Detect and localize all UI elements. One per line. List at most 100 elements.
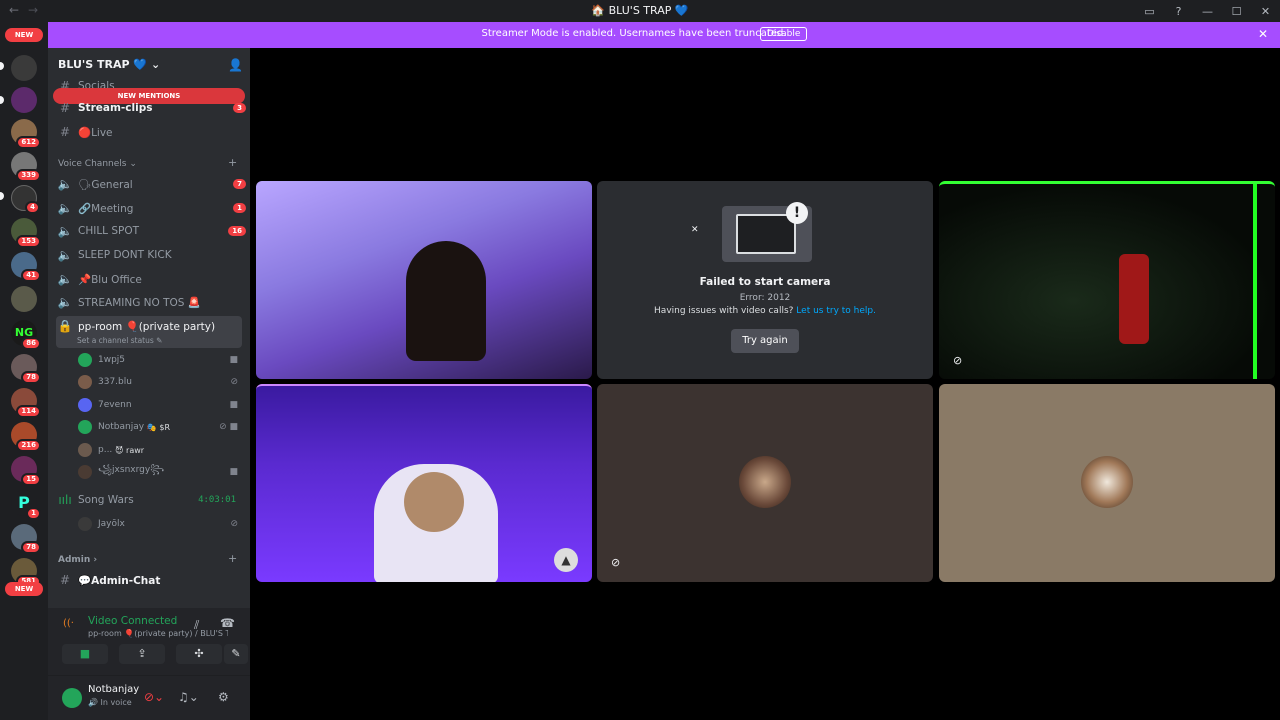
server-icon[interactable]: 339 xyxy=(11,152,41,182)
server-icon[interactable]: 216 xyxy=(11,422,41,452)
server-icon[interactable]: 4 xyxy=(11,185,40,214)
disable-button[interactable]: Disable xyxy=(760,27,808,41)
video-feed xyxy=(406,241,486,361)
mention-badge: 4 xyxy=(25,201,40,214)
mute-mic-icon[interactable]: ⊘⌄ xyxy=(144,690,164,704)
unread-pill xyxy=(0,62,4,70)
voice-channel-song-wars[interactable]: ıılı Song Wars 4:03:01 xyxy=(56,490,246,510)
noise-suppression-icon[interactable]: ⫽ xyxy=(194,618,199,633)
mention-count: 3 xyxy=(233,103,246,113)
close-icon[interactable]: ✕ xyxy=(1258,27,1268,41)
video-icon: ■ xyxy=(229,467,238,477)
add-member-icon[interactable]: 👤 xyxy=(228,58,243,72)
voice-channel-general[interactable]: 🔈 🗣General 7 xyxy=(56,174,246,194)
participant-row[interactable]: 7evenn ■ xyxy=(78,395,244,415)
mention-badge: 1 xyxy=(26,507,41,520)
server-icon[interactable] xyxy=(11,286,37,312)
channel-admin-chat[interactable]: # 💬Admin-Chat xyxy=(56,570,246,590)
voice-channel-pp-room[interactable]: 🔒 pp-room 🎈(private party) xyxy=(56,316,246,336)
channel-stream-clips[interactable]: # Stream-clips 3 xyxy=(56,98,246,118)
signal-icon[interactable]: ((· xyxy=(63,618,74,629)
muted-mic-icon: ⊘ xyxy=(953,354,963,367)
help-link[interactable]: Let us try to help. xyxy=(796,306,876,316)
server-icon[interactable]: 78 xyxy=(11,524,41,554)
mention-count: 7 xyxy=(233,179,246,189)
server-icon[interactable]: 153 xyxy=(11,218,41,248)
server-icon[interactable]: NG 86 xyxy=(11,320,41,350)
soundboard-button[interactable]: ✎ xyxy=(224,644,248,664)
server-icon[interactable]: 41 xyxy=(11,252,41,282)
server-icon[interactable]: P1 xyxy=(11,490,41,520)
mention-badge: 86 xyxy=(21,337,41,350)
category-voice-channels[interactable]: Voice Channels ⌄ xyxy=(58,159,137,169)
streamer-mode-banner: Streamer Mode is enabled. Usernames have… xyxy=(48,22,1280,48)
server-icon[interactable] xyxy=(11,87,37,113)
voice-connection-panel: ((· Video Connected pp-room 🎈(private pa… xyxy=(48,608,250,676)
voice-channel-streaming[interactable]: 🔈 STREAMING NO TOS 🚨 xyxy=(56,292,246,312)
participant-row[interactable]: p... 😈 rawr xyxy=(78,440,244,460)
close-window-icon[interactable]: ✕ xyxy=(1251,5,1280,18)
video-tile-avatar[interactable]: ⊘ xyxy=(597,384,933,582)
new-badge[interactable]: NEW xyxy=(5,582,43,596)
inbox-icon[interactable]: ▭ xyxy=(1135,5,1164,18)
participant-row[interactable]: Notbanjay 🎭 $R ⊘ ■ xyxy=(78,417,244,437)
video-icon: ■ xyxy=(229,400,238,410)
voice-location[interactable]: pp-room 🎈(private party) / BLU'S TRAP 💙 xyxy=(88,629,228,638)
disconnect-icon[interactable]: ☎ xyxy=(220,616,235,630)
mention-count: 16 xyxy=(228,226,246,236)
mention-badge: 78 xyxy=(21,541,41,554)
minimize-icon[interactable]: — xyxy=(1193,5,1222,18)
server-icon[interactable]: 15 xyxy=(11,456,41,486)
led-strip xyxy=(1253,184,1257,379)
camera-button[interactable]: ■ xyxy=(62,644,108,664)
guild-name[interactable]: BLU'S TRAP 💙 ⌄ xyxy=(58,58,160,71)
server-icon[interactable]: 581 xyxy=(11,558,41,588)
activity-icon: ıılı xyxy=(58,493,72,507)
speaker-icon: 🔈 xyxy=(57,201,73,215)
headphones-icon[interactable]: ♫⌄ xyxy=(178,690,199,704)
activities-button[interactable]: ✣ xyxy=(176,644,222,664)
avatar xyxy=(78,517,92,531)
voice-channel-sleep[interactable]: 🔈 SLEEP DONT KICK xyxy=(56,245,246,265)
add-channel-icon[interactable]: + xyxy=(228,156,237,169)
video-tile[interactable]: ▲ xyxy=(256,384,592,582)
speaker-icon: 🔈 xyxy=(57,272,73,286)
avatar[interactable] xyxy=(62,688,82,708)
error-title: Failed to start camera xyxy=(699,276,831,288)
voice-status[interactable]: Video Connected xyxy=(88,615,177,627)
add-channel-icon[interactable]: + xyxy=(228,552,237,565)
settings-gear-icon[interactable]: ⚙ xyxy=(218,690,229,704)
video-feed xyxy=(1119,254,1149,344)
category-admin[interactable]: Admin › xyxy=(58,555,97,565)
mention-badge: 216 xyxy=(16,439,41,452)
avatar xyxy=(78,398,92,412)
server-icon[interactable]: 78 xyxy=(11,354,41,384)
mention-badge: 339 xyxy=(16,169,41,182)
voice-channel-meeting[interactable]: 🔈 🔗Meeting 1 xyxy=(56,198,246,218)
participant-row[interactable]: 337.blu ⊘ xyxy=(78,372,244,392)
video-tile[interactable] xyxy=(256,181,592,379)
error-help: Having issues with video calls? Let us t… xyxy=(654,306,876,316)
help-icon[interactable]: ? xyxy=(1164,5,1193,18)
avatar xyxy=(78,353,92,367)
video-feed-face xyxy=(404,472,464,532)
video-tile-avatar[interactable] xyxy=(939,384,1275,582)
try-again-button[interactable]: Try again xyxy=(731,329,799,353)
camera-error-illustration: ! xyxy=(722,202,812,262)
screen-share-button[interactable]: ⇪ xyxy=(119,644,165,664)
channel-live[interactable]: # 🔴Live xyxy=(56,122,246,142)
voice-channel-blu-office[interactable]: 🔈 📌Blu Office xyxy=(56,269,246,289)
username[interactable]: Notbanjay xyxy=(88,684,139,695)
participant-row[interactable]: ꧁jxsnxrgy꧂ ■ xyxy=(78,462,244,482)
window-title: 🏠 BLU'S TRAP 💙 xyxy=(591,4,689,17)
video-tile[interactable]: ⊘ xyxy=(939,181,1275,379)
new-badge[interactable]: NEW xyxy=(5,28,43,42)
participant-row[interactable]: 1wpj5 ■ xyxy=(78,350,244,370)
server-icon[interactable]: 612 xyxy=(11,119,41,149)
server-icon[interactable] xyxy=(11,55,37,81)
server-icon[interactable]: 114 xyxy=(11,388,41,418)
participant-row[interactable]: Jayōlx ⊘ xyxy=(78,514,244,534)
voice-channel-chill-spot[interactable]: 🔈 CHILL SPOT 16 xyxy=(56,221,246,241)
channel-status[interactable]: Set a channel status ✎ xyxy=(77,336,162,345)
maximize-icon[interactable]: ☐ xyxy=(1222,5,1251,18)
